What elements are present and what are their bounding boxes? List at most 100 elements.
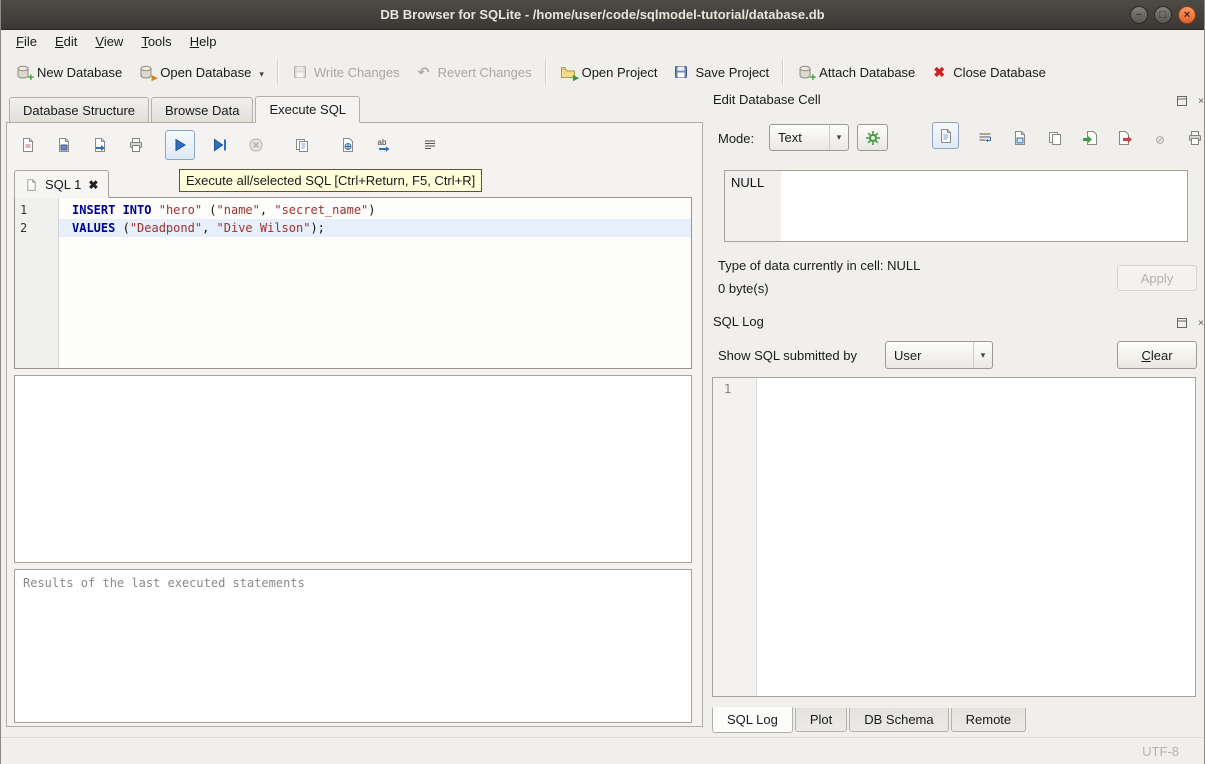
- execute-all-button[interactable]: [165, 130, 195, 160]
- sql-editor-tab[interactable]: SQL 1 ✖: [14, 170, 109, 198]
- minimize-button[interactable]: −: [1130, 6, 1148, 24]
- dock-tab-plot[interactable]: Plot: [795, 708, 847, 732]
- attach-database-label: Attach Database: [819, 65, 915, 80]
- mode-combobox[interactable]: Text ▾: [769, 124, 849, 151]
- tab-close-icon[interactable]: ✖: [88, 178, 98, 192]
- open-project-icon: ▸: [560, 64, 576, 80]
- statusbar: UTF-8: [1, 737, 1204, 764]
- find-replace-button[interactable]: ab: [373, 134, 395, 156]
- new-database-button[interactable]: + New Database: [7, 59, 130, 85]
- write-changes-button: Write Changes: [284, 59, 408, 85]
- attach-database-button[interactable]: + Attach Database: [789, 59, 923, 85]
- code-area: 1 INSERT INTO "hero" ("name", "secret_na…: [15, 198, 691, 237]
- dock-tab-db-schema[interactable]: DB Schema: [849, 708, 948, 732]
- results-log[interactable]: Results of the last executed statements: [14, 569, 692, 723]
- open-project-button[interactable]: ▸ Open Project: [552, 59, 666, 85]
- clear-label: Clear: [1141, 348, 1172, 363]
- close-database-label: Close Database: [953, 65, 1046, 80]
- stop-execution-button: [245, 134, 267, 156]
- edit-cell-dock-controls: ×: [1176, 95, 1205, 107]
- sql-toolbar: ab: [17, 129, 441, 161]
- tab-execute-sql[interactable]: Execute SQL: [255, 96, 360, 123]
- write-changes-label: Write Changes: [314, 65, 400, 80]
- dock-tab-sql-log[interactable]: SQL Log: [712, 707, 793, 733]
- execute-line-button[interactable]: [209, 134, 231, 156]
- save-sql-file-icon: [56, 137, 72, 153]
- execute-sql-panel: ab SQL 1 ✖ 1 INSERT INTO "hero" ("name",: [6, 122, 703, 727]
- app-window: DB Browser for SQLite - /home/user/code/…: [0, 0, 1205, 764]
- main-tab-bar: Database Structure Browse Data Execute S…: [9, 95, 362, 122]
- save-sql-file-button[interactable]: [53, 134, 75, 156]
- apply-button: Apply: [1117, 265, 1197, 291]
- line-number: 2: [15, 219, 59, 237]
- menu-file[interactable]: File: [7, 31, 46, 52]
- save-sql-as-button[interactable]: [89, 134, 111, 156]
- right-dock: Edit Database Cell × Mode: Text ▾: [708, 91, 1205, 737]
- copy-icon: [1047, 130, 1063, 146]
- tab-database-structure[interactable]: Database Structure: [9, 97, 149, 122]
- cell-editor-toolbar: [932, 127, 1204, 149]
- save-results-icon: [294, 137, 310, 153]
- open-database-dropdown-icon[interactable]: ▾: [259, 69, 264, 80]
- plus-badge-icon: +: [810, 73, 816, 84]
- cell-editor[interactable]: NULL: [724, 170, 1188, 242]
- dock-close-icon[interactable]: ×: [1195, 317, 1205, 329]
- menubar: File Edit View Tools Help: [1, 30, 1204, 53]
- copy-cell-button[interactable]: [1046, 129, 1064, 147]
- tab-browse-data[interactable]: Browse Data: [151, 97, 253, 122]
- sql-log-gutter: [713, 378, 757, 696]
- menu-view[interactable]: View: [86, 31, 132, 52]
- attach-database-icon: +: [797, 64, 813, 80]
- word-wrap-icon: [977, 130, 993, 146]
- float-icon[interactable]: [1176, 95, 1188, 107]
- cell-type-info: Type of data currently in cell: NULL: [718, 258, 920, 273]
- document-icon: [1012, 130, 1028, 146]
- sql-log-title: SQL Log: [713, 314, 764, 329]
- mode-label: Mode:: [718, 131, 754, 146]
- import-cell-button[interactable]: [1081, 129, 1099, 147]
- open-badge-icon: ▸: [152, 73, 158, 84]
- encoding-indicator: UTF-8: [1142, 744, 1179, 759]
- auto-switch-mode-button[interactable]: [857, 124, 888, 151]
- open-project-label: Open Project: [582, 65, 658, 80]
- word-wrap-cell-button[interactable]: [976, 129, 994, 147]
- results-grid[interactable]: [14, 375, 692, 563]
- toolbar: + New Database ▸ Open Database ▾ Write C…: [1, 53, 1204, 91]
- menu-help[interactable]: Help: [181, 31, 226, 52]
- window-controls: − □ ×: [1130, 6, 1196, 24]
- dock-tab-remote[interactable]: Remote: [951, 708, 1027, 732]
- clear-log-button[interactable]: Clear: [1117, 341, 1197, 369]
- open-database-button[interactable]: ▸ Open Database ▾: [130, 59, 272, 85]
- apply-label: Apply: [1141, 271, 1174, 286]
- titlebar: DB Browser for SQLite - /home/user/code/…: [1, 0, 1204, 30]
- revert-changes-label: Revert Changes: [438, 65, 532, 80]
- maximize-button[interactable]: □: [1154, 6, 1172, 24]
- close-database-button[interactable]: ✖ Close Database: [923, 59, 1054, 85]
- export-cell-button[interactable]: [1116, 129, 1134, 147]
- sql-log-filter-combobox[interactable]: User ▾: [885, 341, 993, 369]
- dock-close-icon[interactable]: ×: [1195, 95, 1205, 107]
- menu-tools[interactable]: Tools: [132, 31, 180, 52]
- new-database-icon: +: [15, 64, 31, 80]
- edit-cell-title: Edit Database Cell: [713, 92, 821, 107]
- float-icon[interactable]: [1176, 317, 1188, 329]
- print-cell-button[interactable]: [1186, 129, 1204, 147]
- sql-log-view[interactable]: 1: [712, 377, 1196, 697]
- dock-tab-bar: SQL Log Plot DB Schema Remote: [712, 708, 1028, 733]
- open-query-tab-icon: [340, 137, 356, 153]
- print-sql-button[interactable]: [125, 134, 147, 156]
- save-results-button[interactable]: [291, 134, 313, 156]
- toolbar-separator: [277, 60, 279, 84]
- maximize-icon: □: [1160, 10, 1167, 21]
- window-title: DB Browser for SQLite - /home/user/code/…: [380, 7, 824, 22]
- text-mode-button[interactable]: [932, 122, 959, 149]
- close-button[interactable]: ×: [1178, 6, 1196, 24]
- menu-edit[interactable]: Edit: [46, 31, 86, 52]
- sql-editor[interactable]: 1 INSERT INTO "hero" ("name", "secret_na…: [14, 197, 692, 369]
- combo-arrow-icon: ▾: [973, 342, 992, 368]
- open-sql-file-button[interactable]: [17, 134, 39, 156]
- word-wrap-button[interactable]: [419, 134, 441, 156]
- open-query-tab-button[interactable]: [337, 134, 359, 156]
- save-project-button[interactable]: Save Project: [665, 59, 777, 85]
- open-file-cell-button[interactable]: [1011, 129, 1029, 147]
